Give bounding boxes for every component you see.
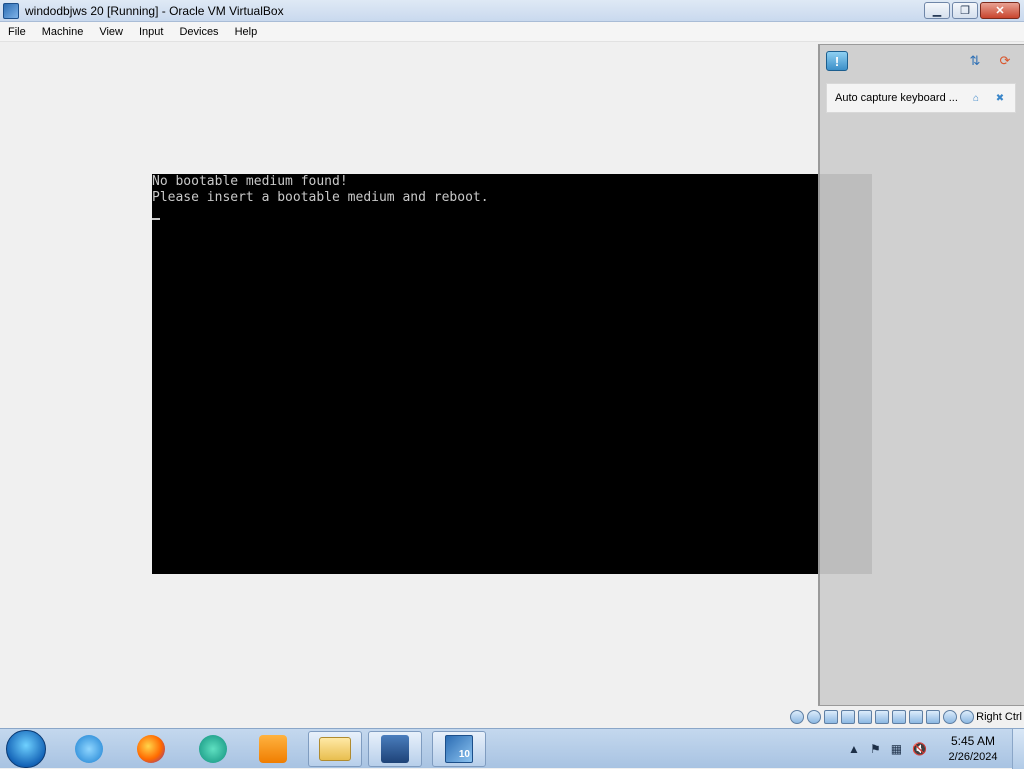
start-button[interactable] (6, 730, 46, 768)
virtualbox-manager-button[interactable] (368, 731, 422, 767)
vm-window-icon: 10 (445, 735, 473, 763)
firefox-button[interactable] (124, 731, 178, 767)
app-button[interactable] (186, 731, 240, 767)
file-explorer-button[interactable] (308, 731, 362, 767)
optical-drive-icon[interactable] (807, 710, 821, 724)
notification-toolbar: ! ⇅ ⟳ (826, 51, 1018, 75)
console-output: No bootable medium found! Please insert … (152, 174, 489, 225)
notification-text: Auto capture keyboard ... (835, 92, 958, 104)
notification-item[interactable]: Auto capture keyboard ... ⌂ ✖ (826, 83, 1016, 113)
mouse-integration-icon[interactable] (960, 710, 974, 724)
internet-explorer-button[interactable] (62, 731, 116, 767)
notification-center-panel: ! ⇅ ⟳ Auto capture keyboard ... ⌂ ✖ (818, 44, 1024, 706)
window-controls: ▁ ❐ ✕ (924, 2, 1020, 19)
console-line: Please insert a bootable medium and rebo… (152, 190, 489, 205)
vm-display-area[interactable]: No bootable medium found! Please insert … (0, 42, 1024, 706)
vm-screen[interactable]: No bootable medium found! Please insert … (152, 174, 872, 574)
notification-alert-icon[interactable]: ! (826, 51, 848, 71)
network-icon[interactable] (841, 710, 855, 724)
recording-icon[interactable] (909, 710, 923, 724)
firefox-icon (137, 735, 165, 763)
vm-status-bar: Right Ctrl (0, 706, 1024, 728)
display-icon[interactable] (892, 710, 906, 724)
media-player-button[interactable] (246, 731, 300, 767)
title-bar: windodbjws 20 [Running] - Oracle VM Virt… (0, 0, 1024, 22)
vm-window-button[interactable]: 10 (432, 731, 486, 767)
clock-time: 5:45 AM (950, 734, 996, 748)
media-player-icon (259, 735, 287, 763)
console-line: No bootable medium found! (152, 174, 348, 189)
clock-date: 2/26/2024 (948, 751, 998, 763)
app-icon (199, 735, 227, 763)
window-title: windodbjws 20 [Running] - Oracle VM Virt… (25, 3, 284, 18)
menu-view[interactable]: View (91, 26, 131, 38)
network-tray-icon[interactable]: ▦ (891, 742, 902, 756)
clock[interactable]: 5:45 AM 2/26/2024 (938, 733, 1008, 765)
restore-button[interactable]: ❐ (952, 2, 978, 19)
menu-file[interactable]: File (0, 26, 34, 38)
clear-notifications-icon[interactable]: ⟳ (994, 51, 1016, 71)
close-button[interactable]: ✕ (980, 2, 1020, 19)
shared-folders-icon[interactable] (875, 710, 889, 724)
device-status-icons (790, 710, 974, 724)
internet-explorer-icon (75, 735, 103, 763)
cpu-activity-icon[interactable] (943, 710, 957, 724)
menu-devices[interactable]: Devices (171, 26, 226, 38)
virtualbox-icon (381, 735, 409, 763)
menu-input[interactable]: Input (131, 26, 171, 38)
system-tray: ▲ ⚑ ▦ 🔇 5:45 AM 2/26/2024 (843, 729, 1008, 769)
folder-icon (319, 737, 351, 761)
menu-machine[interactable]: Machine (34, 26, 92, 38)
host-key-label: Right Ctrl (976, 711, 1022, 723)
menu-bar: File Machine View Input Devices Help (0, 22, 1024, 42)
show-desktop-button[interactable] (1012, 729, 1024, 769)
console-cursor (152, 218, 160, 220)
volume-muted-icon[interactable]: 🔇 (912, 742, 927, 756)
hard-disk-icon[interactable] (790, 710, 804, 724)
minimize-button[interactable]: ▁ (924, 2, 950, 19)
audio-icon[interactable] (824, 710, 838, 724)
virtualbox-app-icon[interactable] (3, 2, 19, 19)
windows-taskbar: 10 ▲ ⚑ ▦ 🔇 5:45 AM 2/26/2024 (0, 728, 1024, 769)
sort-notifications-icon[interactable]: ⇅ (964, 51, 986, 71)
usb-icon[interactable] (858, 710, 872, 724)
virtualization-icon[interactable] (926, 710, 940, 724)
notification-close-icon[interactable]: ✖ (993, 91, 1007, 105)
action-center-flag-icon[interactable]: ⚑ (870, 742, 881, 756)
notification-toggle-icon[interactable]: ⌂ (969, 91, 983, 105)
show-hidden-icons-icon[interactable]: ▲ (848, 742, 860, 756)
menu-help[interactable]: Help (227, 26, 266, 38)
